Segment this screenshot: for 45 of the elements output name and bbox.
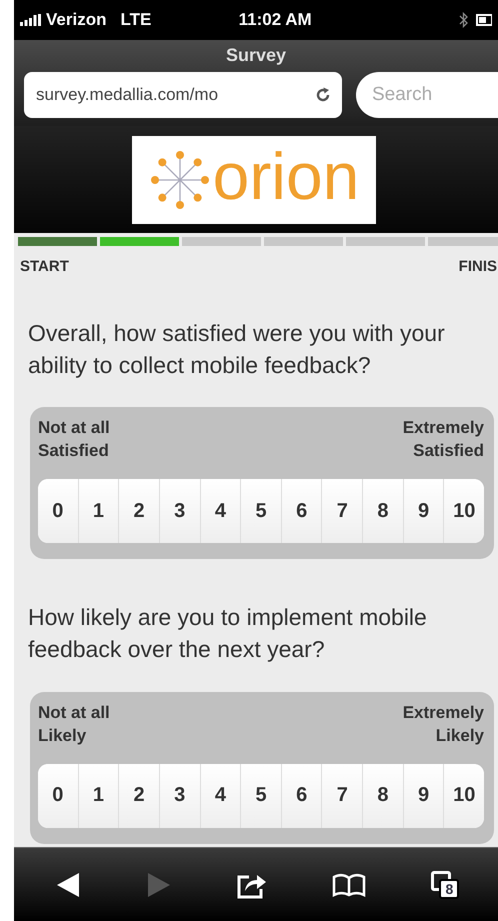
rating-option[interactable]: 6 xyxy=(280,479,322,544)
rating-option[interactable]: 5 xyxy=(240,479,281,544)
scale-low-label: Not at all Likely xyxy=(38,702,110,747)
question-text: How likely are you to implement mobile feedback over the next year? xyxy=(28,603,428,664)
rating-option[interactable]: 2 xyxy=(118,764,159,828)
battery-icon xyxy=(476,14,492,26)
forward-icon[interactable] xyxy=(146,870,172,898)
rating-option[interactable]: 4 xyxy=(200,764,240,828)
asterisk-icon xyxy=(148,148,211,210)
rating-option[interactable]: 1 xyxy=(78,764,118,828)
address-field[interactable]: survey.medallia.com/mo xyxy=(24,72,342,118)
book-icon[interactable] xyxy=(332,872,366,896)
rating-option[interactable]: 2 xyxy=(118,479,159,544)
carrier-name: Verizon xyxy=(46,10,106,30)
start-label: START xyxy=(20,258,69,275)
rating-option[interactable]: 5 xyxy=(240,764,281,828)
rating-option[interactable]: 3 xyxy=(158,764,200,828)
page-title: Survey xyxy=(224,44,288,67)
rating-option[interactable]: 0 xyxy=(38,479,78,544)
rating-option[interactable]: 10 xyxy=(443,479,484,544)
scale-low-label: Not at all Satisfied xyxy=(38,417,110,462)
network-type: LTE xyxy=(120,10,152,30)
clock-time: 11:02 AM xyxy=(238,10,312,30)
bluetooth-icon xyxy=(459,12,468,28)
rating-option[interactable]: 7 xyxy=(321,479,362,544)
rating-option[interactable]: 1 xyxy=(78,479,118,544)
search-field[interactable]: Search xyxy=(356,72,498,118)
finish-label: FINIS xyxy=(458,258,497,275)
scale-high-label: Extremely Likely xyxy=(402,702,484,747)
rating-option[interactable]: 8 xyxy=(362,764,403,828)
question-text: Overall, how satisfied were you with your ability to collect mobile feedback? xyxy=(28,319,446,380)
rating-option[interactable]: 7 xyxy=(321,764,362,828)
signal-icon xyxy=(20,14,42,26)
reload-icon[interactable] xyxy=(314,86,332,104)
logo: orion xyxy=(132,136,376,224)
rating-option[interactable]: 3 xyxy=(158,479,200,544)
scale-high-label: Extremely Satisfied xyxy=(402,417,484,462)
rating-option[interactable]: 9 xyxy=(402,764,444,828)
rating-option[interactable]: 10 xyxy=(443,764,484,828)
back-icon[interactable] xyxy=(54,870,81,898)
rating-option[interactable]: 9 xyxy=(402,479,444,544)
rating-option[interactable]: 0 xyxy=(38,764,78,828)
rating-option[interactable]: 6 xyxy=(280,764,322,828)
rating-option[interactable]: 4 xyxy=(200,479,240,544)
rating-option[interactable]: 8 xyxy=(362,479,403,544)
